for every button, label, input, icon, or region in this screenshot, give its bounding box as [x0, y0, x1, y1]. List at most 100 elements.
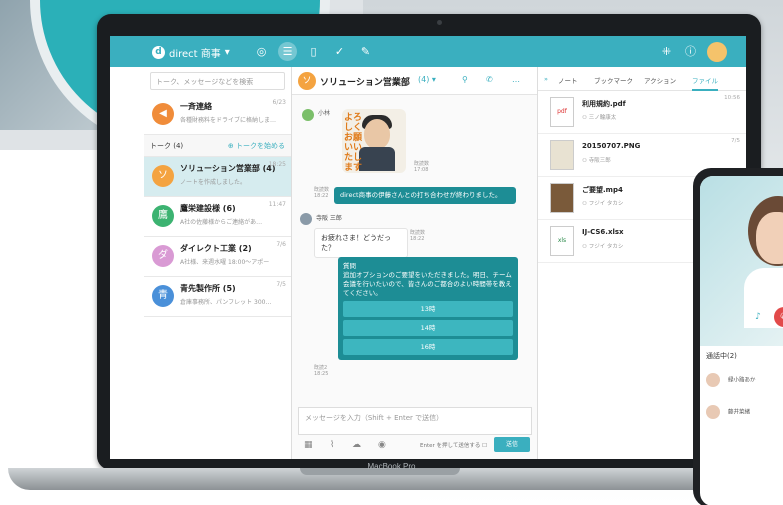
- question-label: 質問: [343, 262, 356, 270]
- stamp-icon[interactable]: ▦: [304, 440, 313, 450]
- question-text: 追加オプションのご要望をいただきました。明日、チーム会議を行いたいので、皆さんの…: [343, 271, 512, 297]
- talk-section-header: トーク (4) ⊕ トークを始める: [144, 135, 291, 157]
- message-bubble: direct商事の伊藤さんとの打ち合わせが終わりました。: [334, 187, 516, 204]
- cloud-icon[interactable]: ☁: [352, 440, 361, 450]
- file-user: ⚇ 三ノ輪康太: [582, 115, 617, 121]
- talk-name: 青先製作所 (5): [180, 284, 236, 293]
- info-icon[interactable]: ⓘ: [681, 42, 700, 61]
- top-bar: d direct 商事 ▾ ◎ ☰ ▯ ✓ ✎ ⁜ ⓘ: [110, 36, 746, 67]
- file-item[interactable]: pdf 利用規約.pdf ⚇ 三ノ輪康太 10:56: [538, 91, 746, 134]
- talk-count: トーク (4): [150, 142, 184, 150]
- tab-bookmark[interactable]: ブックマーク: [594, 75, 633, 85]
- tab-note[interactable]: ノート: [558, 75, 578, 85]
- enter-send-toggle[interactable]: Enter を押して送信する ☐: [420, 441, 487, 449]
- file-name: IJ-CS6.xlsx: [582, 228, 624, 236]
- chat-title: ソリューション営業部: [320, 78, 410, 88]
- talk-time: 7/6: [276, 241, 286, 248]
- xls-icon: xls: [550, 226, 574, 256]
- chat-panel: ソ ソリューション営業部 (4) ▾ ⚲ ✆ … 小林 よろしくお願いいたします…: [292, 67, 538, 459]
- avatar: 青: [152, 285, 174, 307]
- send-button[interactable]: 送信: [494, 437, 530, 452]
- megaphone-icon: ◀: [152, 103, 174, 125]
- user-avatar[interactable]: [707, 42, 727, 62]
- answer-option[interactable]: 13時: [343, 301, 513, 317]
- file-time: 7/5: [731, 138, 740, 144]
- message-bubble: お疲れさま！どうだった？: [314, 228, 408, 258]
- search-input[interactable]: トーク、メッセージなどを検索: [150, 72, 285, 90]
- more-icon[interactable]: …: [512, 75, 520, 84]
- broadcast-item[interactable]: ◀ 一斉連絡 各種財務料をドライブに格納しま… 6/23: [144, 95, 291, 135]
- message-input[interactable]: メッセージを入力（Shift + Enter で送信）: [298, 407, 532, 435]
- tab-file[interactable]: ファイル: [692, 75, 718, 91]
- msg1-meta: 既読数 18:22: [314, 187, 330, 199]
- avatar: ソ: [152, 165, 174, 187]
- talk-item[interactable]: 青 青先製作所 (5) 倉庫事務所、パンフレット 300… 7/5: [144, 277, 291, 317]
- question-bubble: 質問 追加オプションのご要望をいただきました。明日、チーム会議を行いたいので、皆…: [338, 257, 518, 360]
- sender-avatar: [300, 213, 312, 225]
- attach-icon[interactable]: ⌇: [330, 440, 334, 450]
- broadcast-time: 6/23: [272, 99, 286, 106]
- app-screen: d direct 商事 ▾ ◎ ☰ ▯ ✓ ✎ ⁜ ⓘ トーク、メッセージなどを…: [110, 36, 746, 459]
- avatar: [706, 373, 720, 387]
- call-status: 通話中(2): [706, 352, 737, 360]
- tab-action[interactable]: アクション: [644, 75, 676, 85]
- broadcast-preview: 各種財務料をドライブに格納しま…: [180, 117, 277, 124]
- pdf-icon: pdf: [550, 97, 574, 127]
- sender-name: 小林: [318, 110, 331, 117]
- participant-row: 藤井菜緒: [706, 405, 750, 419]
- contacts-icon[interactable]: ◎: [252, 42, 271, 61]
- participant-name: 緑小路あか: [728, 377, 756, 384]
- talk-icon[interactable]: ☰: [278, 42, 297, 61]
- new-talk-label: トークを始める: [236, 142, 285, 150]
- settings-icon[interactable]: ✎: [356, 42, 375, 61]
- workspace-switcher[interactable]: d direct 商事 ▾: [152, 45, 230, 60]
- talk-item[interactable]: 鷹 鷹栄建設様 (6) A社の佐藤様からご連絡があ… 11:47: [144, 197, 291, 237]
- file-user-name: 三ノ輪康太: [588, 115, 617, 121]
- talk-item[interactable]: ソ ソリューション営業部 (4) ノートを作成しました。 18:25: [144, 157, 291, 197]
- file-user-name: フジイ タカシ: [588, 201, 624, 207]
- sender-name: 寺阪 三郎: [316, 215, 342, 222]
- chevron-down-icon: ▾: [224, 47, 230, 58]
- mic-icon[interactable]: ♪: [748, 307, 768, 327]
- sticker-body: [359, 147, 395, 171]
- msg2-meta: 既読数 18:22: [410, 230, 426, 242]
- camera: [437, 20, 442, 25]
- laptop: d direct 商事 ▾ ◎ ☰ ▯ ✓ ✎ ⁜ ⓘ トーク、メッセージなどを…: [97, 14, 761, 470]
- bookmark-icon[interactable]: ▯: [304, 42, 323, 61]
- file-name: ご要望.mp4: [582, 186, 623, 194]
- phone-screen: ♪ ✆ 通話中(2) 緑小路あか 藤井菜緒: [700, 176, 783, 505]
- talk-preview: A社の佐藤様からご連絡があ…: [180, 219, 263, 226]
- file-user: ⚇ フジイ タカシ: [582, 244, 624, 250]
- workspace-logo: d: [152, 46, 165, 59]
- file-name: 20150707.PNG: [582, 142, 641, 150]
- collapse-icon[interactable]: »: [544, 75, 548, 83]
- workspace-name: direct 商事: [169, 49, 221, 60]
- file-user-name: フジイ タカシ: [588, 244, 624, 250]
- talk-name: ダイレクト工業 (2): [180, 244, 252, 253]
- question-icon[interactable]: ◉: [378, 440, 386, 450]
- sticker-face: [364, 119, 390, 149]
- check-icon[interactable]: ✓: [330, 42, 349, 61]
- talk-list-sidebar: トーク、メッセージなどを検索 ◀ 一斉連絡 各種財務料をドライブに格納しま… 6…: [144, 67, 292, 459]
- apps-icon[interactable]: ⁜: [657, 42, 676, 61]
- file-user-name: 寺阪三郎: [588, 158, 611, 164]
- answer-option[interactable]: 14時: [343, 320, 513, 336]
- chat-avatar: ソ: [298, 72, 316, 90]
- talk-time: 11:47: [268, 201, 286, 208]
- member-count[interactable]: (4) ▾: [418, 75, 436, 84]
- search-icon[interactable]: ⚲: [462, 75, 468, 84]
- question-meta: 既読2 18:25: [314, 365, 329, 377]
- sticker-meta: 既読数 17:08: [414, 161, 430, 173]
- caller-face: [756, 212, 783, 264]
- talk-item[interactable]: ダ ダイレクト工業 (2) A社様、来週水曜 18:00〜アポー 7/6: [144, 237, 291, 277]
- enter-send-label: Enter を押して送信する: [420, 443, 481, 449]
- talk-preview: 倉庫事務所、パンフレット 300…: [180, 299, 272, 306]
- avatar: [706, 405, 720, 419]
- talk-preview: A社様、来週水曜 18:00〜アポー: [180, 259, 270, 266]
- answer-option[interactable]: 16時: [343, 339, 513, 355]
- video-icon: [550, 183, 574, 213]
- new-talk-button[interactable]: ⊕ トークを始める: [228, 141, 285, 151]
- phone-icon[interactable]: ✆: [486, 75, 493, 84]
- panel-tabs: » ノート ブックマーク アクション ファイル: [538, 67, 746, 91]
- file-time: 10:56: [724, 95, 740, 101]
